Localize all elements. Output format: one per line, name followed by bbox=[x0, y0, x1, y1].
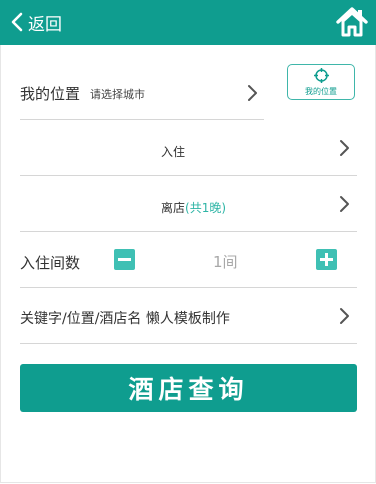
hotel-search-label: 酒店查询 bbox=[128, 375, 249, 404]
increase-rooms-button[interactable] bbox=[316, 249, 337, 270]
chevron-left-icon bbox=[10, 8, 28, 36]
checkout-label-group: 离店(共1晚) bbox=[161, 199, 226, 216]
chevron-right-icon bbox=[338, 307, 350, 325]
location-label: 我的位置 bbox=[20, 85, 81, 103]
home-button[interactable] bbox=[336, 6, 368, 38]
chevron-right-icon bbox=[338, 139, 350, 157]
keyword-input[interactable]: 关键字/位置/酒店名 懒人模板制作 bbox=[20, 308, 230, 328]
hotel-search-button[interactable]: 酒店查询 bbox=[20, 364, 357, 412]
nights-count: (共1晚) bbox=[185, 201, 227, 215]
decrease-rooms-button[interactable] bbox=[114, 249, 135, 270]
my-location-button[interactable]: 我的位置 bbox=[287, 64, 355, 100]
home-icon bbox=[336, 7, 368, 37]
checkin-label: 入住 bbox=[161, 145, 186, 159]
room-count-label: 入住间数 bbox=[20, 254, 81, 272]
plus-icon bbox=[320, 253, 333, 266]
room-count-row: 入住间数 1间 bbox=[20, 232, 357, 288]
crosshair-icon bbox=[314, 68, 329, 83]
room-count-value: 1间 bbox=[213, 253, 238, 271]
checkout-date-row[interactable]: 离店(共1晚) bbox=[20, 176, 357, 232]
header-bar: 返回 bbox=[0, 0, 376, 45]
chevron-right-icon bbox=[246, 84, 258, 102]
back-button[interactable]: 返回 bbox=[10, 8, 62, 36]
keyword-search-row[interactable]: 关键字/位置/酒店名 懒人模板制作 bbox=[20, 288, 357, 344]
my-location-label: 我的位置 bbox=[305, 87, 337, 96]
checkout-label: 离店 bbox=[161, 201, 186, 215]
location-row[interactable]: 我的位置 请选择城市 bbox=[20, 63, 264, 120]
checkin-date-row[interactable]: 入住 bbox=[20, 120, 357, 176]
back-label: 返回 bbox=[28, 14, 62, 35]
city-select-placeholder: 请选择城市 bbox=[90, 88, 145, 101]
chevron-right-icon bbox=[338, 195, 350, 213]
minus-icon bbox=[118, 258, 131, 261]
